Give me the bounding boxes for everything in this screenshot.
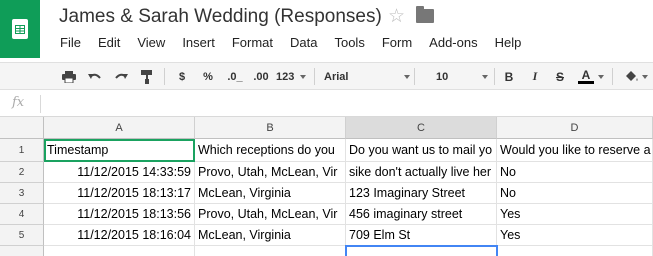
formula-input[interactable] <box>48 95 648 113</box>
toolbar-divider <box>414 68 415 85</box>
cell-c3[interactable]: 123 Imaginary Street <box>346 183 497 204</box>
row-header-2[interactable]: 2 <box>0 162 44 183</box>
chevron-down-icon <box>300 74 307 79</box>
row-header-6[interactable] <box>0 246 44 256</box>
chevron-down-icon[interactable] <box>642 75 648 79</box>
row-header-1[interactable]: 1 <box>0 139 44 162</box>
font-size-dropdown[interactable]: 10 <box>436 63 488 90</box>
decrease-decimals-button[interactable]: .0_ <box>224 63 246 90</box>
percent-format-button[interactable]: % <box>199 63 217 90</box>
column-header-d[interactable]: D <box>497 117 653 139</box>
cell-a1[interactable]: Timestamp <box>44 139 195 162</box>
menu-add-ons[interactable]: Add-ons <box>429 35 477 53</box>
toolbar-divider <box>494 68 495 85</box>
menu-bar: File Edit View Insert Format Data Tools … <box>60 35 538 53</box>
folder-icon[interactable] <box>416 6 434 23</box>
font-size-label: 10 <box>436 70 449 83</box>
menu-help[interactable]: Help <box>495 35 522 53</box>
cell-d3[interactable]: No <box>497 183 653 204</box>
font-family-label: Arial <box>324 70 349 83</box>
toolbar-divider <box>612 68 613 85</box>
cell-b5[interactable]: McLean, Virginia <box>195 225 346 246</box>
chevron-down-icon[interactable] <box>598 75 604 79</box>
italic-button[interactable]: I <box>528 63 542 90</box>
row-header-4[interactable]: 4 <box>0 204 44 225</box>
cell-b6[interactable] <box>195 246 346 256</box>
cell-a6[interactable] <box>44 246 195 256</box>
more-formats-label: 123 <box>276 70 295 83</box>
cell-c6[interactable] <box>346 246 497 256</box>
cell-d4[interactable]: Yes <box>497 204 653 225</box>
fill-color-icon[interactable] <box>622 63 640 90</box>
text-color-label: A <box>581 68 591 82</box>
cell-a2[interactable]: 11/12/2015 14:33:59 <box>44 162 195 183</box>
menu-file[interactable]: File <box>60 35 81 53</box>
column-header-b[interactable]: B <box>195 117 346 139</box>
cell-b4[interactable]: Provo, Utah, McLean, Vir <box>195 204 346 225</box>
menu-view[interactable]: View <box>137 35 165 53</box>
undo-icon[interactable] <box>86 63 104 90</box>
increase-decimals-button[interactable]: .00 <box>250 63 272 90</box>
chevron-down-icon <box>404 74 410 79</box>
text-color-button[interactable]: A <box>576 63 596 90</box>
cell-c1[interactable]: Do you want us to mail yo <box>346 139 497 162</box>
cell-d1[interactable]: Would you like to reserve a <box>497 139 653 162</box>
strikethrough-button[interactable]: S <box>553 63 567 90</box>
cell-d2[interactable]: No <box>497 162 653 183</box>
text-color-swatch <box>578 81 594 84</box>
paint-format-icon[interactable] <box>138 63 156 90</box>
toolbar-divider <box>314 68 315 85</box>
menu-edit[interactable]: Edit <box>98 35 120 53</box>
cell-a5[interactable]: 11/12/2015 18:16:04 <box>44 225 195 246</box>
menu-tools[interactable]: Tools <box>334 35 364 53</box>
spreadsheet-app: James & Sarah Wedding (Responses) ☆ File… <box>0 0 653 256</box>
menu-insert[interactable]: Insert <box>182 35 215 53</box>
more-formats-dropdown[interactable]: 123 <box>276 63 307 90</box>
redo-icon[interactable] <box>112 63 130 90</box>
toolbar: $ % .0_ .00 123 Arial 10 B I S A <box>0 62 653 90</box>
formula-bar: fx <box>0 91 653 117</box>
fx-label: fx <box>12 95 25 110</box>
select-all-corner[interactable] <box>0 117 44 139</box>
row-header-3[interactable]: 3 <box>0 183 44 204</box>
font-family-dropdown[interactable]: Arial <box>324 63 410 90</box>
column-header-c[interactable]: C <box>346 117 497 139</box>
cell-a3[interactable]: 11/12/2015 18:13:17 <box>44 183 195 204</box>
cell-d6[interactable] <box>497 246 653 256</box>
chevron-down-icon <box>482 74 488 79</box>
sheets-logo-icon[interactable] <box>0 0 40 58</box>
cell-c5[interactable]: 709 Elm St <box>346 225 497 246</box>
currency-format-button[interactable]: $ <box>174 63 190 90</box>
cell-b3[interactable]: McLean, Virginia <box>195 183 346 204</box>
row-header-5[interactable]: 5 <box>0 225 44 246</box>
menu-form[interactable]: Form <box>382 35 412 53</box>
column-header-a[interactable]: A <box>44 117 195 139</box>
star-icon[interactable]: ☆ <box>388 5 405 28</box>
cell-b2[interactable]: Provo, Utah, McLean, Vir <box>195 162 346 183</box>
print-icon[interactable] <box>60 63 78 90</box>
cell-b1[interactable]: Which receptions do you <box>195 139 346 162</box>
menu-format[interactable]: Format <box>232 35 273 53</box>
formula-divider <box>40 95 41 113</box>
toolbar-divider <box>164 68 165 85</box>
document-title[interactable]: James & Sarah Wedding (Responses) <box>59 6 382 28</box>
cell-c2[interactable]: sike don't actually live her <box>346 162 497 183</box>
menu-data[interactable]: Data <box>290 35 317 53</box>
bold-button[interactable]: B <box>502 63 516 90</box>
cell-a4[interactable]: 11/12/2015 18:13:56 <box>44 204 195 225</box>
cell-c4[interactable]: 456 imaginary street <box>346 204 497 225</box>
cell-d5[interactable]: Yes <box>497 225 653 246</box>
spreadsheet-grid: A B C D 1 2 3 4 5 Timestamp Which recept… <box>0 117 653 256</box>
